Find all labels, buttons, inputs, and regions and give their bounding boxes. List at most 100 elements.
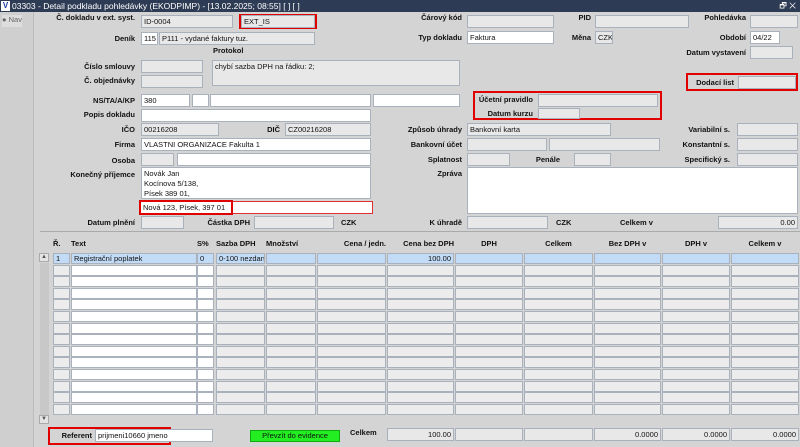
table-cell[interactable] <box>387 345 454 357</box>
table-cell[interactable] <box>662 345 730 357</box>
table-cell[interactable] <box>524 276 593 288</box>
table-cell[interactable] <box>524 287 593 299</box>
receivable-field[interactable] <box>750 15 798 28</box>
table-cell[interactable] <box>662 322 730 334</box>
column-header[interactable]: Množství <box>266 239 316 248</box>
table-cell[interactable] <box>387 299 454 311</box>
total-field[interactable] <box>455 428 523 441</box>
table-cell[interactable] <box>524 334 593 346</box>
table-cell[interactable] <box>216 334 265 346</box>
doc-type-field[interactable]: Faktura <box>467 31 554 44</box>
table-cell[interactable] <box>317 334 386 346</box>
constant-symbol-field[interactable] <box>737 138 798 151</box>
table-cell[interactable] <box>197 299 214 311</box>
table-cell[interactable] <box>71 380 197 392</box>
table-cell[interactable] <box>731 311 799 322</box>
dic-field[interactable]: CZ00216208 <box>285 123 371 136</box>
table-cell[interactable] <box>317 345 386 357</box>
kp-field[interactable] <box>373 94 460 107</box>
table-cell[interactable] <box>317 264 386 276</box>
table-cell[interactable] <box>53 276 70 288</box>
ns-field[interactable]: 380 <box>141 94 190 107</box>
table-cell[interactable] <box>197 403 214 415</box>
table-cell[interactable] <box>71 322 197 334</box>
person-name-field[interactable] <box>177 153 371 166</box>
penalty-field[interactable] <box>574 153 611 166</box>
table-cell[interactable]: 0 <box>197 253 214 264</box>
table-cell[interactable] <box>216 264 265 276</box>
rate-date-field[interactable] <box>538 108 580 119</box>
table-cell[interactable] <box>455 403 523 415</box>
column-header[interactable]: Cena bez DPH <box>387 239 454 248</box>
issue-date-field[interactable] <box>750 46 793 59</box>
column-header[interactable]: Cena / jedn. <box>317 239 386 248</box>
table-cell[interactable] <box>594 403 661 415</box>
table-cell[interactable] <box>731 369 799 380</box>
table-cell[interactable] <box>387 392 454 404</box>
column-header[interactable]: S% <box>197 239 214 248</box>
table-cell[interactable] <box>594 287 661 299</box>
table-cell[interactable] <box>216 322 265 334</box>
table-cell[interactable] <box>71 369 197 380</box>
table-cell[interactable] <box>71 392 197 404</box>
table-cell[interactable] <box>662 264 730 276</box>
table-cell[interactable] <box>524 253 593 264</box>
table-cell[interactable] <box>197 369 214 380</box>
journal-code-field[interactable]: 115 <box>141 32 158 45</box>
table-cell[interactable] <box>594 392 661 404</box>
table-cell[interactable] <box>594 299 661 311</box>
table-cell[interactable] <box>594 311 661 322</box>
table-cell[interactable] <box>662 403 730 415</box>
vat-amount-field[interactable] <box>254 216 334 229</box>
table-cell[interactable] <box>197 357 214 369</box>
table-cell[interactable] <box>71 276 197 288</box>
column-header[interactable]: Bez DPH v <box>594 239 661 248</box>
column-header[interactable]: Sazba DPH <box>216 239 265 248</box>
table-cell[interactable] <box>266 311 316 322</box>
table-cell[interactable] <box>455 369 523 380</box>
table-cell[interactable] <box>387 287 454 299</box>
table-cell[interactable] <box>455 345 523 357</box>
table-cell[interactable] <box>662 357 730 369</box>
table-cell[interactable] <box>317 287 386 299</box>
table-cell[interactable] <box>53 392 70 404</box>
table-cell[interactable] <box>594 276 661 288</box>
table-cell[interactable] <box>662 369 730 380</box>
table-cell[interactable] <box>387 276 454 288</box>
column-header[interactable]: Ř. <box>53 239 70 248</box>
table-cell[interactable] <box>594 322 661 334</box>
window-controls[interactable]: 🗗 ✕ <box>779 0 796 12</box>
table-cell[interactable] <box>387 357 454 369</box>
table-cell[interactable] <box>266 357 316 369</box>
payment-method-field[interactable]: Bankovní karta <box>467 123 611 136</box>
table-cell[interactable] <box>387 264 454 276</box>
table-cell[interactable] <box>197 264 214 276</box>
table-cell[interactable] <box>53 380 70 392</box>
table-cell[interactable] <box>594 253 661 264</box>
table-cell[interactable] <box>524 392 593 404</box>
table-cell[interactable] <box>197 380 214 392</box>
total-field[interactable] <box>524 428 593 441</box>
table-cell[interactable] <box>387 322 454 334</box>
table-cell[interactable] <box>387 369 454 380</box>
ext-doc-id-field[interactable]: ID-0004 <box>141 15 233 28</box>
table-cell[interactable] <box>317 276 386 288</box>
referent-field[interactable]: prijmeni10660 jmeno <box>95 429 213 442</box>
table-cell[interactable] <box>317 357 386 369</box>
table-cell[interactable] <box>662 253 730 264</box>
table-cell[interactable] <box>524 369 593 380</box>
table-cell[interactable] <box>71 345 197 357</box>
scroll-down-icon[interactable]: ▼ <box>39 415 49 424</box>
table-cell[interactable] <box>524 380 593 392</box>
protocol-textarea[interactable]: chybí sazba DPH na řádku: 2; <box>212 60 460 86</box>
table-cell[interactable] <box>731 403 799 415</box>
table-cell[interactable] <box>387 334 454 346</box>
table-cell[interactable] <box>71 334 197 346</box>
table-cell[interactable] <box>71 287 197 299</box>
table-cell[interactable] <box>731 380 799 392</box>
table-cell[interactable] <box>197 287 214 299</box>
table-cell[interactable] <box>524 403 593 415</box>
table-cell[interactable] <box>197 311 214 322</box>
table-cell[interactable] <box>594 264 661 276</box>
table-cell[interactable] <box>662 334 730 346</box>
